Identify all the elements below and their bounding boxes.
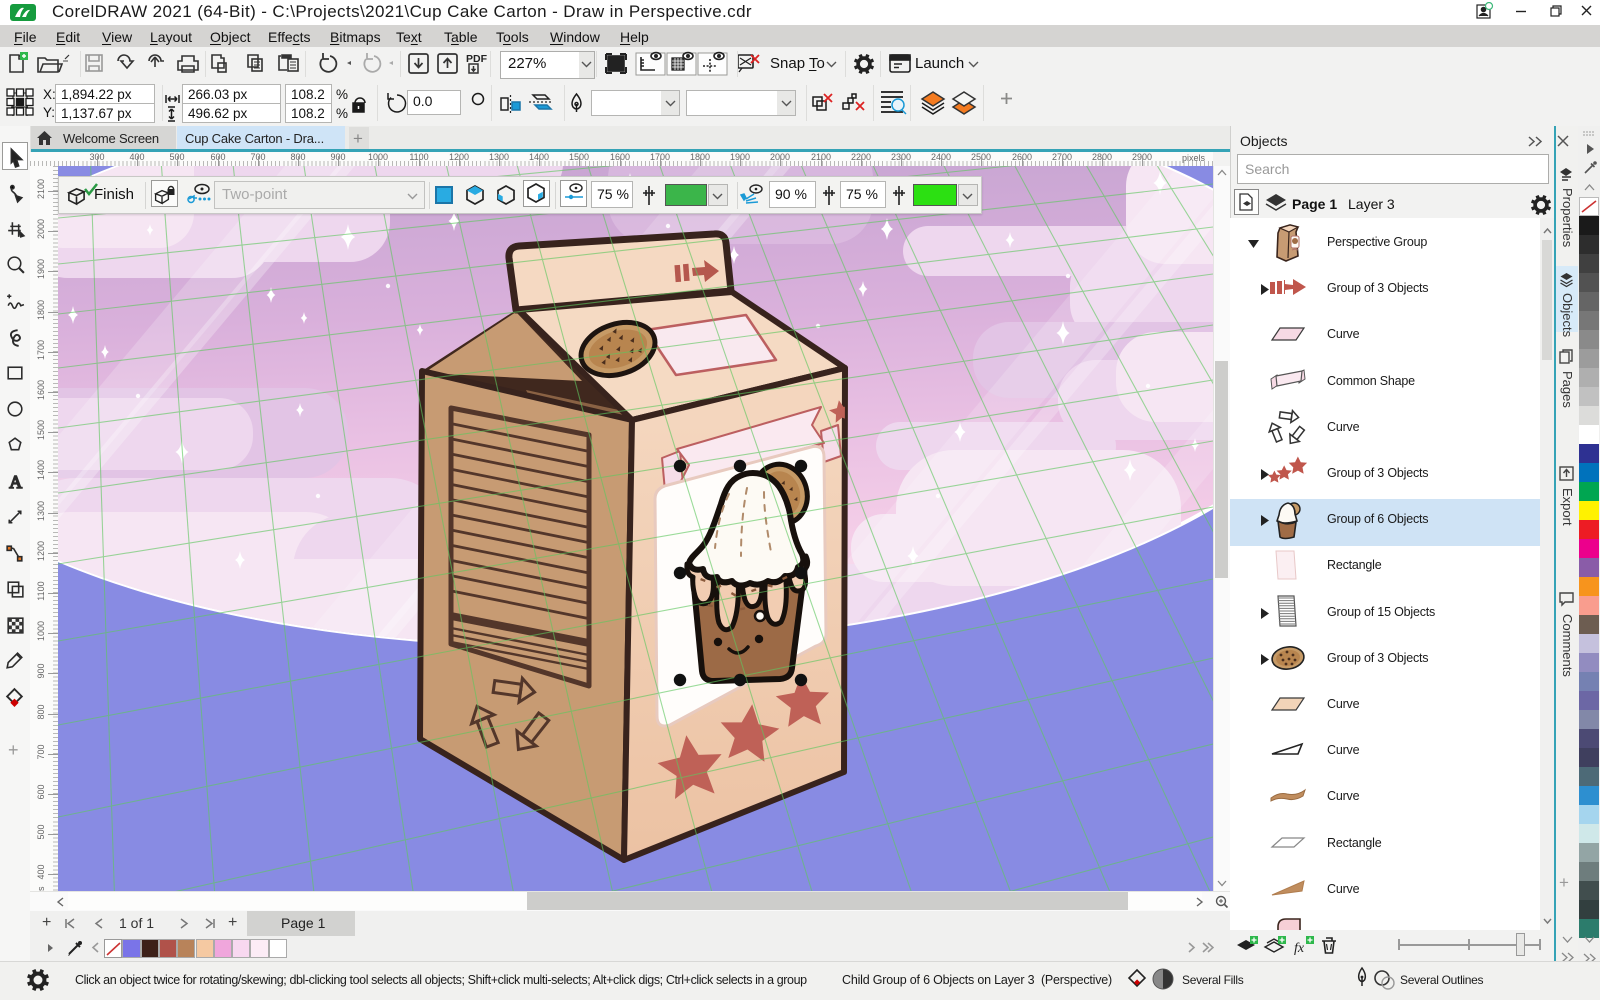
svg-text:Y:: Y: (43, 105, 55, 120)
svg-text:fx: fx (1294, 941, 1305, 956)
svg-text:X:: X: (43, 87, 56, 102)
svg-text:A: A (9, 472, 22, 492)
svg-text:PDF: PDF (466, 53, 488, 65)
